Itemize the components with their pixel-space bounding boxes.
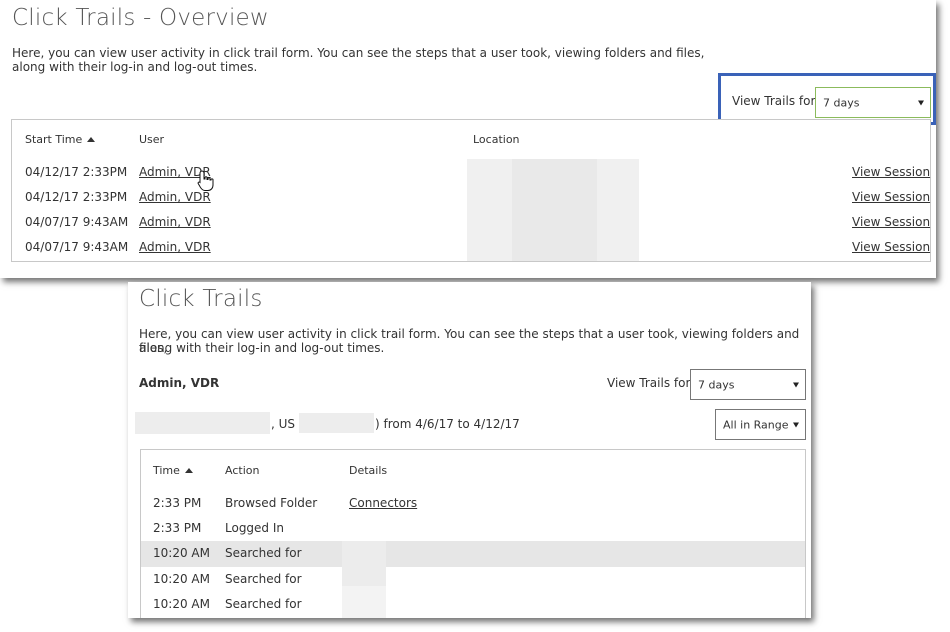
column-header-start-time[interactable]: Start Time [25, 133, 96, 146]
page-description-line2: along with their log-in and log-out time… [12, 60, 258, 74]
overview-panel: Click Trails - Overview Here, you can vi… [0, 0, 936, 278]
session-row-time: 04/07/17 9:43AM [25, 240, 129, 254]
session-row-user-link[interactable]: Admin, VDR [139, 190, 211, 204]
session-row-user-link[interactable]: Admin, VDR [139, 215, 211, 229]
activity-row-time: 10:20 AM [153, 572, 210, 586]
column-header-time-label: Time [153, 464, 180, 477]
chevron-down-icon [918, 100, 924, 105]
sort-ascending-icon [184, 468, 193, 473]
activity-row-time: 10:20 AM [153, 546, 210, 560]
view-session-link[interactable]: View Session [852, 240, 930, 254]
session-row-user-link[interactable]: Admin, VDR [139, 240, 211, 254]
column-header-details[interactable]: Details [349, 464, 387, 477]
location-redacted [135, 412, 270, 434]
activity-row-action: Logged In [225, 521, 285, 535]
view-trails-label: View Trails for: [732, 94, 820, 108]
column-header-action[interactable]: Action [225, 464, 259, 477]
view-trails-select-value: 7 days [698, 378, 735, 391]
activity-row-time: 2:33 PM [153, 496, 202, 510]
view-trails-label: View Trails for: [607, 376, 695, 390]
view-trails-select-value: 7 days [823, 96, 860, 109]
range-filter-value: All in Range [723, 418, 789, 431]
activity-row-action: Searched for [225, 572, 302, 586]
activity-row-time: 2:33 PM [153, 521, 202, 535]
activity-row-action: Searched for [225, 597, 302, 611]
location-redacted-inner [512, 159, 597, 261]
chevron-down-icon [793, 382, 799, 387]
detail-page-title: Click Trails [139, 286, 263, 312]
session-row-time: 04/12/17 2:33PM [25, 165, 128, 179]
view-trails-select[interactable]: 7 days [815, 87, 931, 118]
ip-redacted [299, 413, 374, 433]
hand-cursor-icon [197, 170, 214, 191]
sort-ascending-icon [87, 137, 96, 142]
sessions-table: Start Time User Location 04/12/17 2:33PM… [11, 119, 931, 262]
view-trails-select[interactable]: 7 days [690, 369, 806, 400]
activity-row-action: Searched for [225, 546, 302, 560]
column-header-location[interactable]: Location [473, 133, 520, 146]
column-header-user[interactable]: User [139, 133, 164, 146]
session-row-time: 04/07/17 9:43AM [25, 215, 129, 229]
column-header-start-time-label: Start Time [25, 133, 83, 146]
selected-user-name: Admin, VDR [139, 376, 220, 390]
activity-row-details-link[interactable]: Connectors [349, 496, 417, 510]
activity-table: Time Action Details 2:33 PM Browsed Fold… [140, 449, 806, 618]
detail-description-line2: along with their log-in and log-out time… [139, 341, 385, 355]
page-description-line1: Here, you can view user activity in clic… [12, 46, 705, 60]
session-row-time: 04/12/17 2:33PM [25, 190, 128, 204]
view-session-link[interactable]: View Session [852, 165, 930, 179]
detail-panel: Click Trails Here, you can view user act… [128, 282, 811, 618]
column-header-time[interactable]: Time [153, 464, 193, 477]
view-trails-highlight: View Trails for: 7 days [718, 73, 936, 125]
activity-row-time: 10:20 AM [153, 597, 210, 611]
chevron-down-icon [793, 422, 799, 427]
page-title: Click Trails - Overview [12, 5, 269, 31]
activity-row-action: Browsed Folder [225, 496, 318, 510]
range-filter-select[interactable]: All in Range [715, 409, 806, 440]
view-session-link[interactable]: View Session [852, 215, 930, 229]
range-dates: ) from 4/6/17 to 4/12/17 [375, 417, 520, 431]
search-term-redacted [342, 586, 386, 618]
view-session-link[interactable]: View Session [852, 190, 930, 204]
